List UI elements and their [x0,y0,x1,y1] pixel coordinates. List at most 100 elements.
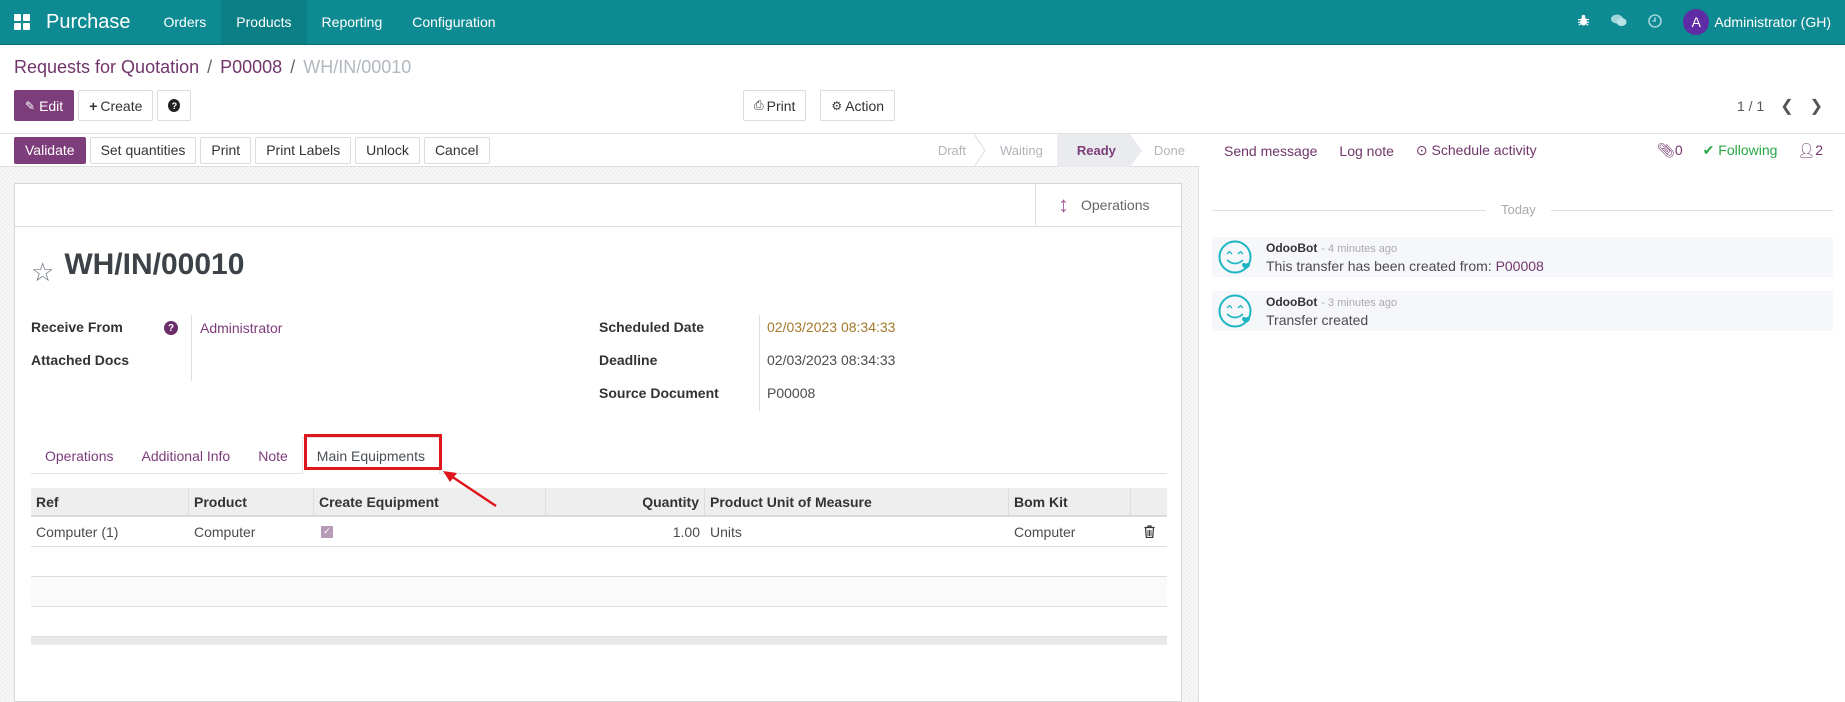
chevron-left-icon[interactable]: ❮ [1780,96,1793,116]
clock-icon[interactable] [1637,13,1673,31]
tab-additional-info[interactable]: Additional Info [127,437,244,474]
step-waiting: Waiting [980,134,1057,167]
message-text: Transfer created [1266,312,1369,328]
receive-from-value[interactable]: Administrator [200,320,282,336]
action-label: Action [845,97,885,114]
cell-ref: Computer (1) [36,523,119,540]
send-message-button[interactable]: Send message [1224,143,1317,159]
help-button[interactable]: ? [157,90,192,121]
menu-products[interactable]: Products [221,0,307,44]
user-avatar[interactable]: A [1683,9,1710,35]
print-menu-button[interactable]: ⎙ Print [743,90,807,121]
chatter-topbar: Send message Log note ⊙ Schedule activit… [1200,134,1845,167]
apps-menu-icon[interactable] [0,0,44,44]
followers-count: 2 [1815,142,1823,158]
cell-bom-kit: Computer [1014,523,1076,540]
control-panel-buttons: ✎ Edit + Create ? [14,90,192,121]
message-body: Transfer created [1266,312,1368,328]
message-text: This transfer has been created from: [1266,258,1496,274]
day-label: Today [1486,202,1551,217]
scheduled-date-label: Scheduled Date [599,319,705,335]
table-row-empty [31,547,1167,577]
chatter-message: OdooBot - 4 minutes ago This transfer has… [1212,237,1833,277]
print-label: Print [766,97,796,114]
create-button[interactable]: + Create [78,90,154,121]
menu-reporting[interactable]: Reporting [307,0,398,44]
pager-value[interactable]: 1 / 1 [1737,98,1764,114]
paperclip-icon: 📎︎ [1657,142,1675,158]
app-name[interactable]: Purchase [44,11,149,34]
action-menu-button[interactable]: ⚙ Action [820,90,896,121]
step-label: Waiting [1000,142,1043,158]
deadline-value[interactable]: 02/03/2023 08:34:33 [767,352,895,368]
equipments-table: Ref Product Create Equipment Quantity Pr… [31,488,1167,645]
attachments-button[interactable]: 📎︎0 [1657,142,1683,159]
message-link[interactable]: P00008 [1496,258,1544,274]
deadline-label: Deadline [599,352,658,368]
plus-icon: + [89,97,98,114]
operations-smart-button[interactable]: ↕ Operations [1035,184,1181,226]
author-name[interactable]: OdooBot [1266,241,1317,255]
breadcrumb-rfq[interactable]: Requests for Quotation [14,57,199,78]
clock-icon: ⊙ [1415,142,1428,158]
cell-uom: Units [710,523,742,540]
message-time: - 4 minutes ago [1321,243,1398,255]
column-actions [1131,488,1167,515]
chat-icon[interactable] [1601,14,1637,30]
unlock-button[interactable]: Unlock [355,136,420,164]
bug-icon[interactable] [1565,14,1601,30]
button-box: ↕ Operations [15,184,1181,227]
edit-button[interactable]: ✎ Edit [14,90,75,121]
column-ref[interactable]: Ref [31,488,189,515]
star-icon[interactable]: ☆ [31,259,54,285]
column-create-equipment[interactable]: Create Equipment [314,488,546,515]
tab-operations[interactable]: Operations [31,437,127,474]
odoobot-avatar-icon [1218,294,1252,328]
user-name[interactable]: Administrator (GH) [1714,14,1831,30]
message-time: - 3 minutes ago [1321,297,1398,309]
breadcrumb-separator: / [207,57,213,77]
log-note-button[interactable]: Log note [1339,143,1394,159]
cancel-button[interactable]: Cancel [423,136,490,164]
validate-button[interactable]: Validate [14,136,86,164]
following-label: Following [1718,142,1778,158]
check-icon: ✔ [1702,142,1715,158]
attached-docs-label: Attached Docs [31,352,130,368]
edit-label: Edit [39,97,64,114]
pencil-icon: ✎ [25,98,36,113]
receive-from-label: Receive From [31,319,123,335]
main-menu: Orders Products Reporting Configuration [149,0,511,44]
breadcrumb: Requests for Quotation / P00008 / WH/IN/… [14,57,411,78]
trash-icon[interactable] [1144,525,1155,538]
set-quantities-button[interactable]: Set quantities [89,136,197,164]
breadcrumb-po[interactable]: P00008 [220,57,282,78]
create-equipment-checkbox[interactable]: ✓ [321,525,333,538]
menu-configuration[interactable]: Configuration [397,0,510,44]
table-row-empty [31,577,1167,607]
chevron-right-icon[interactable]: ❯ [1810,96,1823,116]
scheduled-date-value[interactable]: 02/03/2023 08:34:33 [767,319,895,335]
systray: A Administrator (GH) [1565,0,1845,44]
table-row-empty [31,607,1167,637]
tab-note[interactable]: Note [244,437,302,474]
column-uom[interactable]: Product Unit of Measure [705,488,1009,515]
question-circle-icon[interactable]: ? [164,321,178,335]
column-quantity[interactable]: Quantity [546,488,705,515]
annotation-arrow-icon [443,471,497,508]
following-button[interactable]: ✔ Following [1703,142,1778,159]
column-product[interactable]: Product [189,488,314,515]
column-bom-kit[interactable]: Bom Kit [1009,488,1131,515]
source-document-value[interactable]: P00008 [767,385,815,401]
menu-orders[interactable]: Orders [149,0,222,44]
control-panel-actions: ⎙ Print ⚙ Action [743,90,896,121]
followers-button[interactable]: 👤︎2 [1797,142,1823,159]
status-actions: Validate Set quantities Print Print Labe… [0,136,490,164]
print-labels-button[interactable]: Print Labels [255,136,352,164]
record-title: WH/IN/00010 [64,248,245,281]
author-name[interactable]: OdooBot [1266,295,1317,309]
table-row[interactable]: Computer (1) Computer ✓ 1.00 Units Compu… [31,517,1167,547]
print-button[interactable]: Print [200,136,252,164]
message-author: OdooBot - 3 minutes ago [1266,295,1397,309]
schedule-activity-button[interactable]: ⊙ Schedule activity [1416,142,1537,159]
cell-create-equipment: ✓ [314,517,546,546]
